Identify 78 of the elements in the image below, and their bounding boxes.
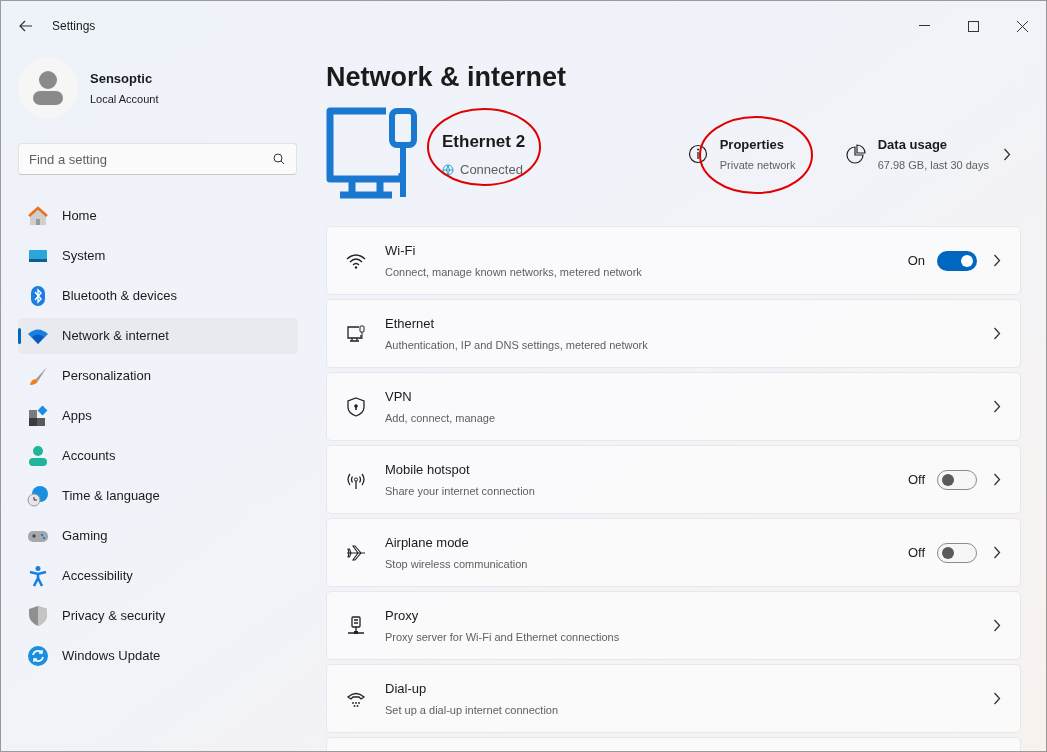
- setting-title: Ethernet: [385, 315, 436, 333]
- sidebar-item[interactable]: Personalization: [18, 358, 298, 394]
- shield-icon: [27, 605, 49, 627]
- setting-description: Proxy server for Wi-Fi and Ethernet connections: [385, 629, 620, 645]
- toggle-state: Off: [907, 470, 925, 489]
- home-icon: [27, 205, 49, 227]
- sidebar-item[interactable]: Bluetooth & devices: [18, 278, 298, 314]
- settings-card[interactable]: Wi-Fi Connect, manage known networks, metered network On: [326, 226, 1021, 295]
- globe-icon: [442, 163, 454, 176]
- settings-card[interactable]: Ethernet Authentication, IP and DNS settings, metered network: [326, 299, 1021, 368]
- chevron-right-icon[interactable]: [993, 619, 1001, 632]
- toggle-switch[interactable]: [937, 250, 977, 271]
- properties-link[interactable]: Properties Private network: [687, 134, 838, 174]
- chevron-right-icon[interactable]: [993, 327, 1001, 340]
- account-type: Local Account: [90, 91, 159, 107]
- toggle-state: Off: [907, 543, 925, 562]
- maximize-icon[interactable]: [968, 20, 979, 32]
- proxy-icon: [346, 615, 366, 636]
- sidebar-item[interactable]: Gaming: [18, 518, 298, 554]
- sidebar-item[interactable]: Apps: [18, 398, 298, 434]
- connection-name: Ethernet 2: [442, 130, 527, 153]
- shield-lock-icon: [346, 396, 366, 417]
- toggle-switch[interactable]: [937, 542, 977, 563]
- setting-description: Connect, manage known networks, metered network: [385, 264, 642, 280]
- settings-card[interactable]: Airplane mode Stop wireless communication Off: [326, 518, 1021, 587]
- sidebar-item[interactable]: Accounts: [18, 438, 298, 474]
- person-silhouette-icon: [33, 70, 63, 106]
- setting-title: Wi-Fi: [385, 242, 417, 260]
- setting-title: Dial-up: [385, 680, 428, 698]
- setting-description: Stop wireless communication: [385, 556, 528, 572]
- selection-indicator: [18, 328, 21, 344]
- setting-title: Mobile hotspot: [385, 461, 471, 479]
- ethernet-icon: [346, 323, 366, 344]
- accessibility-icon: [27, 565, 49, 587]
- page-title: Network & internet: [326, 64, 568, 91]
- chevron-right-icon[interactable]: [993, 546, 1001, 559]
- toggle-state: On: [907, 251, 925, 270]
- toggle-switch[interactable]: [937, 469, 977, 490]
- connection-status: Connected: [460, 161, 523, 179]
- settings-card[interactable]: VPN Add, connect, manage: [326, 372, 1021, 441]
- settings-card[interactable]: Proxy Proxy server for Wi-Fi and Ethernet connections: [326, 591, 1021, 660]
- sidebar-item[interactable]: Home: [18, 198, 298, 234]
- minimize-icon[interactable]: [919, 25, 930, 27]
- search-icon[interactable]: [273, 153, 285, 165]
- globe-clock-icon: [27, 485, 49, 507]
- chevron-right-icon[interactable]: [993, 692, 1001, 705]
- chevron-right-icon[interactable]: [1003, 147, 1011, 161]
- setting-title: VPN: [385, 388, 413, 406]
- airplane-icon: [346, 542, 366, 563]
- sidebar-item[interactable]: Windows Update: [18, 638, 298, 674]
- setting-title: Proxy: [385, 607, 420, 625]
- apps-icon: [27, 405, 49, 427]
- chevron-right-icon[interactable]: [993, 400, 1001, 413]
- account-name: Sensoptic: [90, 70, 154, 88]
- sidebar-item[interactable]: Time & language: [18, 478, 298, 514]
- settings-card[interactable]: Dial-up Set up a dial-up internet connection: [326, 664, 1021, 733]
- wifi-icon: [346, 252, 366, 269]
- chevron-right-icon[interactable]: [993, 254, 1001, 267]
- setting-description: Set up a dial-up internet connection: [385, 702, 559, 718]
- data-usage-link[interactable]: Data usage 67.98 GB, last 30 days: [845, 134, 1021, 174]
- sidebar-item[interactable]: Network & internet: [18, 318, 298, 354]
- close-icon[interactable]: [1017, 20, 1028, 32]
- chevron-right-icon[interactable]: [993, 473, 1001, 486]
- person-icon: [27, 445, 49, 467]
- window-title: Settings: [52, 18, 96, 35]
- info-icon: [687, 144, 708, 164]
- sidebar-item[interactable]: System: [18, 238, 298, 274]
- setting-title: Airplane mode: [385, 534, 470, 552]
- setting-description: Add, connect, manage: [385, 410, 496, 426]
- sidebar-item[interactable]: Accessibility: [18, 558, 298, 594]
- setting-description: Share your internet connection: [385, 483, 535, 499]
- update-icon: [27, 645, 49, 667]
- setting-description: Authentication, IP and DNS settings, metered network: [385, 337, 648, 353]
- settings-card[interactable]: Mobile hotspot Share your internet connection Off: [326, 445, 1021, 514]
- pie-chart-icon: [845, 144, 866, 164]
- back-arrow-icon[interactable]: [19, 20, 33, 32]
- search-field[interactable]: Find a setting: [18, 143, 297, 175]
- sidebar-item[interactable]: Privacy & security: [18, 598, 298, 634]
